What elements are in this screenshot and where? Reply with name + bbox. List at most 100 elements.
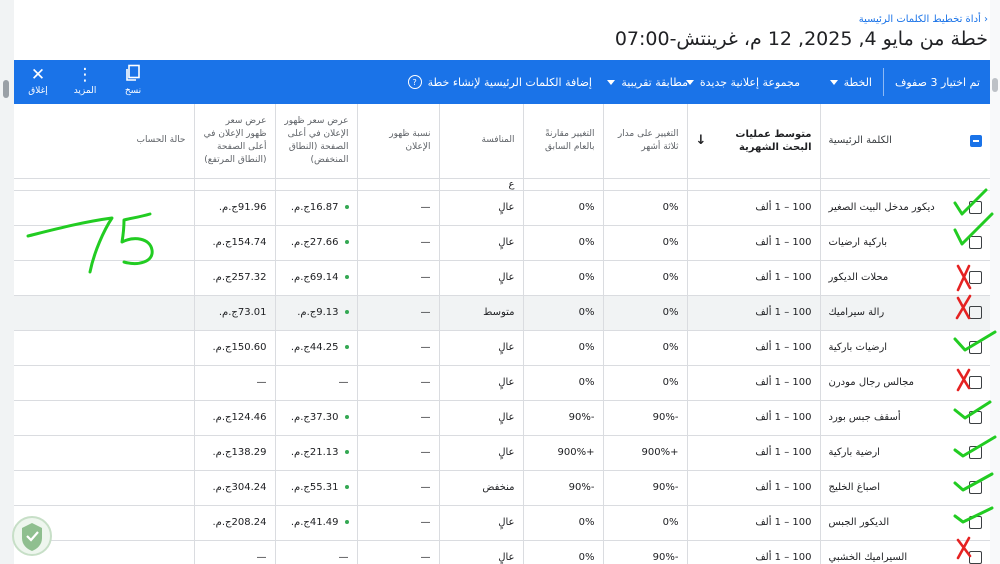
keyword-text: باركية ارضيات	[828, 237, 888, 248]
table-row[interactable]: السيراميك الخشبي 100 – 1 ألف -90% 0% عالٍ — — —	[14, 540, 990, 564]
status-dot-icon	[344, 450, 349, 454]
header-avg-searches[interactable]: متوسط عمليات البحث الشهرية ↓	[686, 104, 820, 179]
header-low-bid[interactable]: عرض سعر ظهور الإعلان في أعلى الصفحة (الن…	[274, 104, 357, 179]
copy-label: نسخ	[124, 86, 142, 96]
right-scroll-thumb[interactable]	[992, 78, 998, 92]
yoy-change-cell: -90%	[522, 400, 603, 436]
header-high-bid[interactable]: عرض سعر ظهور الإعلان في أعلى الصفحة (الن…	[193, 104, 275, 179]
plan-dropdown[interactable]: الخطة	[829, 60, 872, 104]
low-bid-value: —	[338, 552, 349, 563]
impression-share-cell: —	[356, 260, 439, 296]
row-checkbox[interactable]	[969, 481, 982, 494]
keyword-text: مجالس رجال مودرن	[828, 377, 914, 388]
table-row[interactable]: أسقف جبس بورد 100 – 1 ألف -90% -90% عالٍ —37.…	[14, 400, 990, 436]
left-scroll-handle[interactable]	[3, 80, 9, 98]
status-dot-icon	[344, 415, 349, 419]
select-all-checkbox[interactable]	[970, 134, 982, 147]
table-cell	[356, 178, 439, 191]
copy-button[interactable]: نسخ	[111, 64, 155, 96]
row-checkbox[interactable]	[969, 516, 982, 529]
competition-cell: عالٍ	[438, 260, 523, 296]
keyword-cell[interactable]: رالة سيراميك	[819, 295, 990, 331]
keyword-cell-content: اصباغ الخليج	[829, 481, 982, 494]
yoy-change-cell: 0%	[522, 260, 603, 296]
low-bid-cell: 21.13ج.م.	[274, 435, 357, 471]
close-label: إغلاق	[28, 86, 48, 96]
add-keywords-to-plan[interactable]: إضافة الكلمات الرئيسية لإنشاء خطة?	[407, 60, 592, 104]
header-impression-share[interactable]: نسبة ظهور الإعلان	[356, 104, 439, 179]
three-month-change-cell: 0%	[602, 365, 687, 401]
row-checkbox[interactable]	[969, 271, 982, 284]
header-account-status[interactable]: حالة الحساب	[14, 104, 194, 179]
header-yoy-change[interactable]: التغيير مقارنةً بالعام السابق	[522, 104, 603, 179]
high-bid-cell: 154.74ج.م.	[193, 225, 275, 261]
right-scrollbar[interactable]	[990, 0, 1000, 564]
caret-down-icon	[829, 79, 838, 85]
close-button[interactable]: ✕ إغلاق	[16, 64, 60, 96]
keyword-cell[interactable]: محلات الديكور	[819, 260, 990, 296]
keyword-cell[interactable]: أسقف جبس بورد	[819, 400, 990, 436]
table-row[interactable]: الديكور الجبس 100 – 1 ألف 0% 0% عالٍ —41.49ج.…	[14, 505, 990, 541]
table-cell	[602, 178, 687, 191]
help-icon[interactable]: ?	[407, 75, 422, 89]
high-bid-cell: 124.46ج.م.	[193, 400, 275, 436]
table-row[interactable]: باركية ارضيات 100 – 1 ألف 0% 0% عالٍ —27.66ج.…	[14, 225, 990, 261]
row-checkbox[interactable]	[969, 411, 982, 424]
yoy-change-cell: 0%	[522, 505, 603, 541]
high-bid-cell: 304.24ج.م.	[193, 470, 275, 506]
yoy-change-cell: 0%	[522, 540, 603, 564]
row-checkbox[interactable]	[969, 551, 982, 564]
keyword-cell[interactable]: ديكور مدخل البيت الصغير	[819, 190, 990, 226]
keyword-cell[interactable]: ارضيات باركية	[819, 330, 990, 366]
table-row[interactable]: رالة سيراميك 100 – 1 ألف 0% 0% متوسط —9.13ج.م…	[14, 295, 990, 331]
low-bid-value: 55.31ج.م.	[290, 482, 339, 493]
row-checkbox[interactable]	[969, 201, 982, 214]
low-bid-cell: 16.87ج.م.	[274, 190, 357, 226]
keyword-cell[interactable]: مجالس رجال مودرن	[819, 365, 990, 401]
header-keyword[interactable]: الكلمة الرئيسية	[819, 104, 990, 179]
table-row[interactable]: محلات الديكور 100 – 1 ألف 0% 0% عالٍ —69.14ج.…	[14, 260, 990, 296]
competition-cell: منخفض	[438, 470, 523, 506]
keyword-cell[interactable]: السيراميك الخشبي	[819, 540, 990, 564]
table-row[interactable]: مجالس رجال مودرن 100 – 1 ألف 0% 0% عالٍ — — —	[14, 365, 990, 401]
keyword-cell[interactable]: ارضية باركية	[819, 435, 990, 471]
match-type-dropdown[interactable]: مطابقة تقريبية	[607, 60, 688, 104]
table-row[interactable]: ارضية باركية 100 – 1 ألف +900% +900% عالٍ —21…	[14, 435, 990, 471]
avg-searches-cell: 100 – 1 ألف	[686, 400, 820, 436]
row-checkbox[interactable]	[969, 446, 982, 459]
row-checkbox[interactable]	[969, 376, 982, 389]
account-status-cell	[14, 470, 194, 506]
yoy-change-cell: 0%	[522, 295, 603, 331]
three-month-change-cell: 0%	[602, 330, 687, 366]
avg-searches-cell: 100 – 1 ألف	[686, 365, 820, 401]
header-three-month-change[interactable]: التغيير على مدار ثلاثة أشهر	[602, 104, 687, 179]
low-bid-cell: 55.31ج.م.	[274, 470, 357, 506]
row-checkbox[interactable]	[969, 236, 982, 249]
low-bid-cell: 9.13ج.م.	[274, 295, 357, 331]
header-competition[interactable]: المنافسة	[438, 104, 523, 179]
keyword-cell[interactable]: اصباغ الخليج	[819, 470, 990, 506]
selection-toolbar: تم اختيار 3 صفوف الخطة مجموعة إعلانية جد…	[14, 60, 990, 104]
breadcrumb[interactable]: ‹ أداة تخطيط الكلمات الرئيسية	[859, 14, 988, 25]
impression-share-cell: —	[356, 190, 439, 226]
impression-share-cell: —	[356, 365, 439, 401]
low-bid-cell: 41.49ج.م.	[274, 505, 357, 541]
more-button[interactable]: ⋮ المزيد	[63, 64, 107, 96]
low-bid-cell: —	[274, 540, 357, 564]
close-icon: ✕	[30, 65, 46, 85]
breadcrumb-link[interactable]: أداة تخطيط الكلمات الرئيسية	[859, 14, 981, 25]
account-status-cell	[14, 260, 194, 296]
table-row[interactable]: اصباغ الخليج 100 – 1 ألف -90% -90% منخفض —55.…	[14, 470, 990, 506]
keyword-cell[interactable]: الديكور الجبس	[819, 505, 990, 541]
yoy-change-cell: 0%	[522, 365, 603, 401]
selected-rows-label: تم اختيار 3 صفوف	[895, 60, 980, 104]
left-scroll-rail	[0, 0, 14, 564]
adgroup-dropdown[interactable]: مجموعة إعلانية جديدة	[685, 60, 800, 104]
row-checkbox[interactable]	[969, 306, 982, 319]
table-row[interactable]: ارضيات باركية 100 – 1 ألف 0% 0% عالٍ —44.25ج.…	[14, 330, 990, 366]
table-row[interactable]: ديكور مدخل البيت الصغير 100 – 1 ألف 0% 0% عا…	[14, 190, 990, 226]
table-cell	[522, 178, 603, 191]
yoy-change-cell: -90%	[522, 470, 603, 506]
keyword-cell[interactable]: باركية ارضيات	[819, 225, 990, 261]
row-checkbox[interactable]	[969, 341, 982, 354]
